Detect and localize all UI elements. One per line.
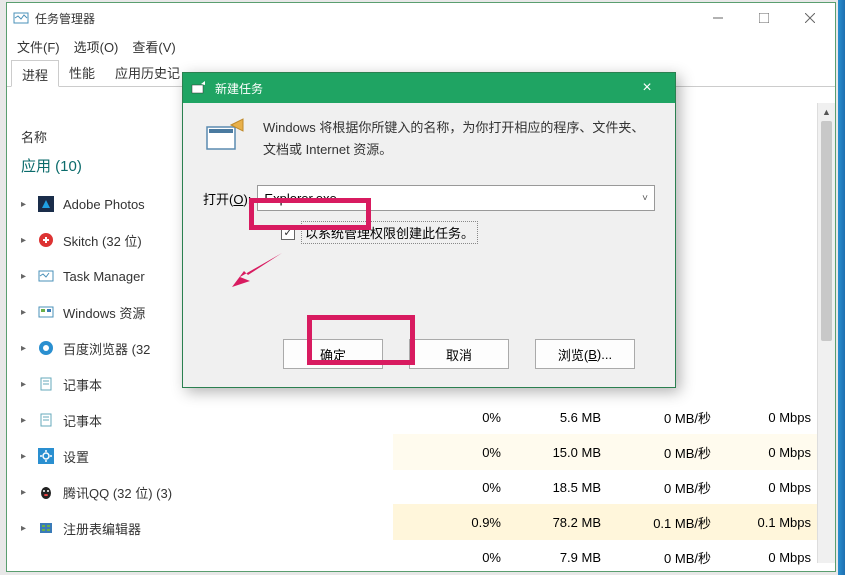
process-name: 设置 <box>63 447 89 466</box>
chevron-right-icon[interactable]: ▸ <box>21 343 31 354</box>
minimize-button[interactable] <box>695 4 741 32</box>
process-name: 记事本 <box>63 411 102 430</box>
menu-options[interactable]: 选项(O) <box>74 37 119 56</box>
cancel-button[interactable]: 取消 <box>409 339 509 369</box>
process-name: 记事本 <box>63 375 102 394</box>
close-button[interactable] <box>787 4 833 32</box>
chevron-right-icon[interactable]: ▸ <box>21 235 31 246</box>
scroll-up-icon[interactable]: ▲ <box>818 103 835 121</box>
open-label: 打开(O): <box>203 189 251 208</box>
table-row[interactable]: 0%15.0 MB0 MB/秒0 Mbps <box>393 434 823 470</box>
notepad-icon <box>37 375 55 393</box>
open-value: Explorer.exe <box>264 191 336 206</box>
adobe-icon <box>37 195 55 213</box>
chevron-right-icon[interactable]: ▸ <box>21 487 31 498</box>
table-row[interactable]: 0%5.6 MB0 MB/秒0 Mbps <box>393 399 823 435</box>
process-name: 百度浏览器 (32 <box>63 339 150 358</box>
run-dialog: 新建任务 × Windows 将根据你所键入的名称，为你打开相应的程序、文件夹、… <box>182 72 676 388</box>
process-row[interactable]: ▸ 腾讯QQ (32 位) (3) <box>7 474 282 510</box>
admin-checkbox-label[interactable]: 以系统管理权限创建此任务。 <box>301 221 478 244</box>
dialog-body: Windows 将根据你所键入的名称，为你打开相应的程序、文件夹、文档或 Int… <box>183 103 675 244</box>
menu-view[interactable]: 查看(V) <box>132 37 175 56</box>
arrow-icon <box>232 253 282 287</box>
notepad-icon <box>37 411 55 429</box>
menubar: 文件(F) 选项(O) 查看(V) <box>7 33 835 59</box>
chevron-right-icon[interactable]: ▸ <box>21 379 31 390</box>
qq-icon <box>37 483 55 501</box>
task-manager-icon <box>37 267 55 285</box>
dialog-title: 新建任务 <box>215 80 263 97</box>
chevron-right-icon[interactable]: ▸ <box>21 523 31 534</box>
process-name: 注册表编辑器 <box>63 519 141 538</box>
skitch-icon <box>37 231 55 249</box>
window-title: 任务管理器 <box>35 10 695 27</box>
dialog-close-button[interactable]: × <box>627 74 667 102</box>
titlebar: 任务管理器 <box>7 3 835 33</box>
tab-processes[interactable]: 进程 <box>11 60 59 87</box>
run-dialog-icon <box>191 80 207 96</box>
maximize-button[interactable] <box>741 4 787 32</box>
run-large-icon <box>203 117 247 157</box>
dialog-titlebar[interactable]: 新建任务 × <box>183 73 675 103</box>
desktop-edge <box>838 0 845 575</box>
table-row[interactable]: 0%18.5 MB0 MB/秒0 Mbps <box>393 469 823 505</box>
table-row[interactable]: 0.9%78.2 MB0.1 MB/秒0.1 Mbps <box>393 504 823 540</box>
windows-resource-icon <box>37 303 55 321</box>
chevron-right-icon[interactable]: ▸ <box>21 415 31 426</box>
process-name: 腾讯QQ (32 位) (3) <box>63 483 172 502</box>
baidu-browser-icon <box>37 339 55 357</box>
chevron-right-icon[interactable]: ▸ <box>21 451 31 462</box>
scroll-thumb[interactable] <box>821 121 832 341</box>
process-name: Skitch (32 位) <box>63 231 142 250</box>
process-name: Windows 资源 <box>63 303 145 322</box>
ok-button[interactable]: 确定 <box>283 339 383 369</box>
tab-performance[interactable]: 性能 <box>59 59 105 86</box>
table-row[interactable]: 0%7.9 MB0 MB/秒0 Mbps <box>393 539 823 575</box>
process-row[interactable]: ▸ 记事本 <box>7 402 282 438</box>
process-name: Task Manager <box>63 269 145 284</box>
regedit-icon <box>37 519 55 537</box>
chevron-right-icon[interactable]: ▸ <box>21 307 31 318</box>
app-icon <box>13 10 29 26</box>
process-row[interactable]: ▸ 注册表编辑器 <box>7 510 282 546</box>
vertical-scrollbar[interactable]: ▲ <box>817 103 835 563</box>
open-combobox[interactable]: Explorer.exe ˅ <box>257 185 655 211</box>
chevron-right-icon[interactable]: ▸ <box>21 271 31 282</box>
settings-icon <box>37 447 55 465</box>
dialog-description: Windows 将根据你所键入的名称，为你打开相应的程序、文件夹、文档或 Int… <box>263 117 655 161</box>
process-row[interactable]: ▸ 设置 <box>7 438 282 474</box>
browse-button[interactable]: 浏览(B)... <box>535 339 635 369</box>
tab-app-history[interactable]: 应用历史记 <box>105 59 190 86</box>
menu-file[interactable]: 文件(F) <box>17 37 60 56</box>
dialog-buttons: 确定 取消 浏览(B)... <box>183 339 675 369</box>
process-name: Adobe Photos <box>63 197 145 212</box>
admin-checkbox[interactable]: ✓ <box>281 226 295 240</box>
chevron-right-icon[interactable]: ▸ <box>21 199 31 210</box>
chevron-down-icon[interactable]: ˅ <box>642 193 648 204</box>
